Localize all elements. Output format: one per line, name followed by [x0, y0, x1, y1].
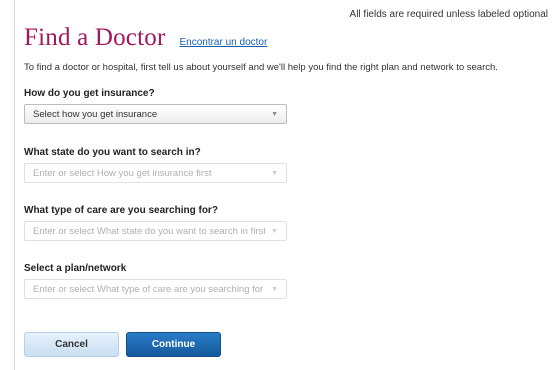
spanish-language-link[interactable]: Encontrar un doctor	[179, 37, 267, 48]
continue-button[interactable]: Continue	[126, 332, 221, 357]
title-row: Find a Doctor Encontrar un doctor	[24, 24, 267, 52]
intro-text: To find a doctor or hospital, first tell…	[24, 62, 498, 73]
plan-network-select[interactable]: Enter or select What type of care are yo…	[24, 279, 287, 299]
plan-network-label: Select a plan/network	[24, 263, 127, 274]
find-doctor-page: All fields are required unless labeled o…	[0, 0, 560, 370]
left-border	[14, 0, 15, 370]
chevron-down-icon: ▼	[271, 285, 278, 293]
chevron-down-icon: ▼	[271, 169, 278, 177]
insurance-source-value: Select how you get insurance	[33, 108, 158, 120]
chevron-down-icon: ▼	[271, 227, 278, 235]
state-value: Enter or select How you get insurance fi…	[33, 167, 212, 179]
state-select[interactable]: Enter or select How you get insurance fi…	[24, 163, 287, 183]
chevron-down-icon: ▼	[271, 110, 278, 118]
care-type-select[interactable]: Enter or select What state do you want t…	[24, 221, 287, 241]
cancel-button[interactable]: Cancel	[24, 332, 119, 357]
plan-network-value: Enter or select What type of care are yo…	[33, 283, 266, 295]
insurance-source-select[interactable]: Select how you get insurance ▼	[24, 104, 287, 124]
required-fields-note: All fields are required unless labeled o…	[349, 9, 548, 20]
state-label: What state do you want to search in?	[24, 147, 201, 158]
page-title: Find a Doctor	[24, 24, 166, 51]
care-type-value: Enter or select What state do you want t…	[33, 225, 266, 237]
care-type-label: What type of care are you searching for?	[24, 205, 218, 216]
insurance-source-label: How do you get insurance?	[24, 88, 155, 99]
